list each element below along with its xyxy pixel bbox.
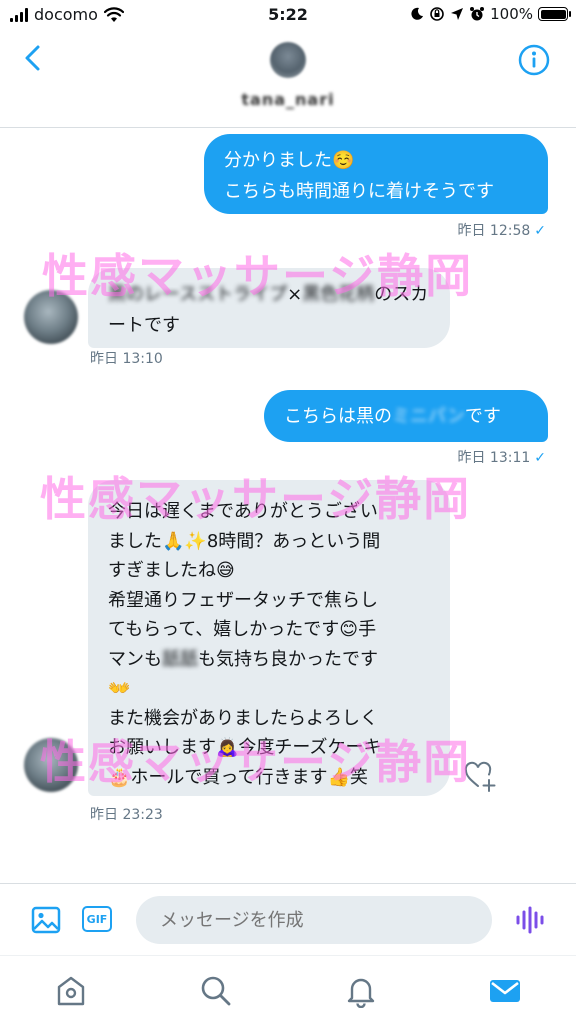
- message-line: すぎましたね😅: [108, 560, 235, 581]
- message-text: ×: [287, 284, 303, 305]
- alarm-clock-icon: [470, 7, 485, 21]
- blurred-text: 黒色花柄: [302, 284, 375, 305]
- contact-avatar[interactable]: [24, 290, 78, 344]
- read-check-icon: ✓: [534, 223, 546, 239]
- message-line: ました🙏✨8時間？あっという間: [108, 530, 381, 552]
- received-message-bubble[interactable]: 黒のレースストライプ×黒色花柄のスカ ートです: [88, 268, 450, 348]
- gif-button[interactable]: GIF: [82, 906, 112, 932]
- message-line: こちらは黒のミニパンです: [284, 401, 528, 432]
- message-composer: GIF: [0, 883, 576, 955]
- voice-message-icon[interactable]: [514, 906, 548, 934]
- message-text: も気持ち良かったです: [198, 648, 378, 670]
- contact-username[interactable]: tana_nari: [0, 90, 576, 109]
- sent-message-bubble[interactable]: こちらは黒のミニパンです: [264, 390, 548, 442]
- timestamp-text: 昨日 12:58: [457, 223, 531, 239]
- message-line: 🎂ホールで買って行きます👍笑: [108, 766, 368, 788]
- add-reaction-heart-icon[interactable]: [462, 758, 498, 794]
- location-arrow-icon: [451, 8, 464, 20]
- message-line: 分かりました☺️: [224, 150, 355, 171]
- message-thread: 分かりました☺️ こちらも時間通りに着けそうです 昨日 12:58 ✓ 黒のレース…: [0, 128, 576, 883]
- blurred-text: ミニパン: [392, 406, 465, 427]
- message-line: 黒のレースストライプ×黒色花柄のスカ: [108, 279, 430, 310]
- sent-message-bubble[interactable]: 分かりました☺️ こちらも時間通りに着けそうです: [204, 134, 548, 214]
- message-text: こちらは黒の: [284, 406, 392, 427]
- status-bar: docomo 5:22 100%: [0, 0, 576, 30]
- received-message-bubble[interactable]: 今日は遅くまでありがとうござい ました🙏✨8時間？あっという間 すぎましたね😅 …: [88, 480, 450, 796]
- info-icon[interactable]: [518, 44, 550, 76]
- blurred-text: 黒のレースストライプ: [108, 284, 288, 305]
- back-chevron-icon[interactable]: [20, 44, 48, 72]
- message-text: マンも: [108, 648, 162, 670]
- conversation-header: tana_nari: [0, 30, 576, 128]
- messages-envelope-icon[interactable]: [488, 974, 522, 1008]
- notifications-bell-icon[interactable]: [344, 974, 378, 1008]
- do-not-disturb-moon-icon: [411, 7, 424, 20]
- message-line: マンも舐舐も気持ち良かったです: [108, 645, 430, 675]
- message-line: ートです: [108, 315, 180, 336]
- message-line: 👐: [108, 678, 131, 699]
- message-timestamp: 昨日 13:11 ✓: [457, 447, 546, 467]
- blurred-text: 舐舐: [162, 648, 198, 670]
- contact-avatar[interactable]: [24, 738, 78, 792]
- message-timestamp: 昨日 13:10: [90, 351, 163, 367]
- read-check-icon: ✓: [534, 450, 546, 466]
- message-timestamp: 昨日 23:23: [90, 807, 163, 823]
- status-right: 100%: [410, 5, 571, 23]
- message-text: です: [464, 406, 501, 427]
- timestamp-text: 昨日 13:11: [457, 450, 531, 466]
- message-line: 今日は遅くまでありがとうござい: [108, 501, 378, 522]
- message-line: こちらも時間通りに着けそうです: [224, 181, 494, 202]
- message-input[interactable]: [136, 896, 492, 944]
- message-line: てもらって、嬉しかったです😊手: [108, 619, 377, 640]
- bottom-tab-bar: [0, 955, 576, 1024]
- image-media-icon[interactable]: [30, 904, 62, 936]
- message-line: また機会がありましたらよろしく: [108, 707, 378, 729]
- message-timestamp: 昨日 12:58 ✓: [457, 220, 546, 240]
- orientation-lock-icon: [430, 7, 444, 21]
- search-icon[interactable]: [199, 974, 233, 1008]
- message-line: お願いします🙇‍♀️今度チーズケーキ: [108, 737, 382, 758]
- contact-avatar[interactable]: [270, 42, 306, 78]
- message-text: のスカ: [374, 284, 429, 305]
- battery-fill: [540, 9, 566, 19]
- home-icon[interactable]: [54, 974, 88, 1008]
- message-line: 希望通りフェザータッチで焦らし: [108, 589, 378, 611]
- battery-icon: [538, 7, 571, 21]
- battery-percent: 100%: [490, 5, 533, 23]
